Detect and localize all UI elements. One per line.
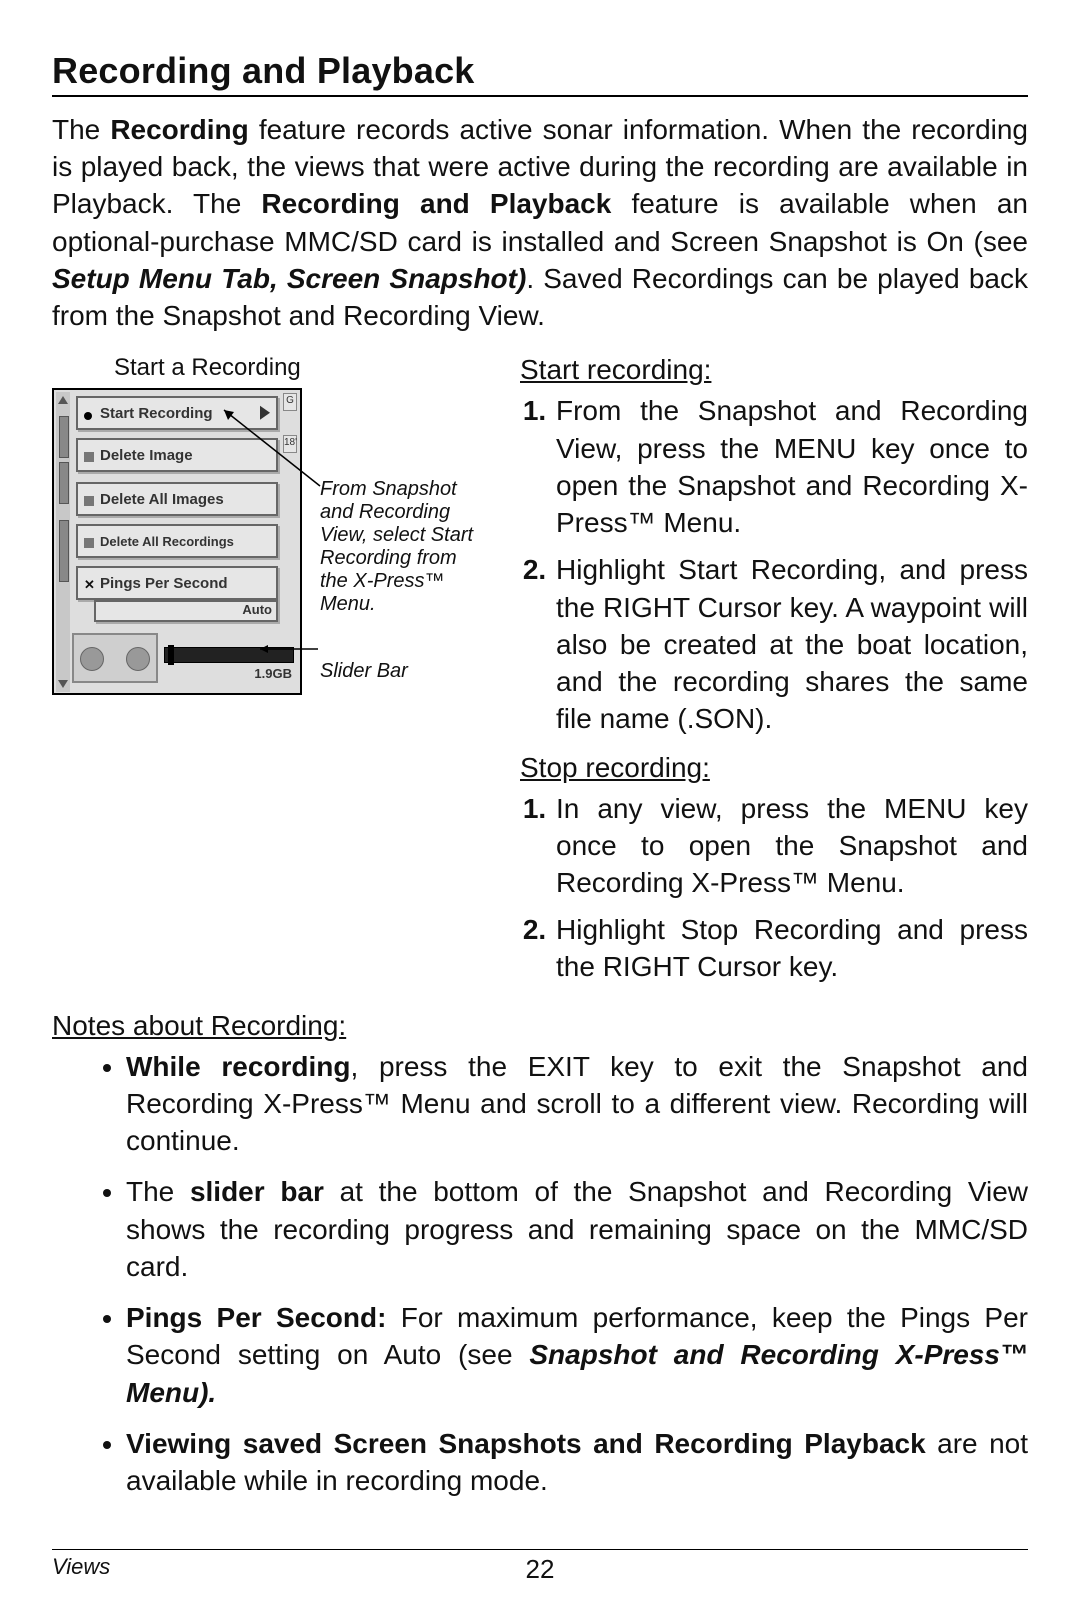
intro-bi1: Setup Menu Tab, Screen Snapshot) (52, 263, 526, 294)
annotation-slider-bar: Slider Bar (320, 660, 486, 683)
scrollbar (56, 392, 70, 692)
page-footer: Views 22 (52, 1549, 1028, 1580)
figure: G 18' Start Recording Delete Image Delet… (52, 388, 492, 695)
start-step-1: From the Snapshot and Recording View, pr… (554, 392, 1028, 541)
play-icon (260, 406, 270, 420)
menu-pings-label: Pings Per Second (100, 575, 228, 592)
page-number: 22 (52, 1554, 1028, 1585)
note-2-bold: slider bar (190, 1176, 324, 1207)
menu-delete-all-images-label: Delete All Images (100, 491, 224, 508)
note-2: The slider bar at the bottom of the Snap… (126, 1173, 1028, 1285)
menu-start-recording: Start Recording (76, 396, 278, 430)
note-4: Viewing saved Screen Snapshots and Recor… (126, 1425, 1028, 1499)
menu-delete-all-images: Delete All Images (76, 482, 278, 516)
note-1-bold: While recording (126, 1051, 350, 1082)
scroll-down-icon (58, 680, 68, 688)
scroll-up-icon (58, 396, 68, 404)
slider-bar (164, 647, 294, 663)
menu-delete-image-label: Delete Image (100, 447, 193, 464)
intro-b2: Recording and Playback (261, 188, 611, 219)
stop-recording-steps: In any view, press the MENU key once to … (520, 790, 1028, 986)
start-recording-steps: From the Snapshot and Recording View, pr… (520, 392, 1028, 737)
depth-g: G (283, 393, 297, 411)
pings-icon: ✕ (84, 577, 96, 589)
annotation-start-recording: From Snapshot and Recording View, select… (320, 478, 486, 616)
scroll-segment (59, 520, 69, 582)
screenshot: G 18' Start Recording Delete Image Delet… (52, 388, 302, 695)
scroll-segment (59, 462, 69, 504)
start-step-2: Highlight Start Recording, and press the… (554, 551, 1028, 737)
menu-start-recording-label: Start Recording (100, 405, 213, 422)
figure-caption: Start a Recording (114, 354, 492, 382)
note-1: While recording, press the EXIT key to e… (126, 1048, 1028, 1160)
stop-step-1: In any view, press the MENU key once to … (554, 790, 1028, 902)
start-recording-heading: Start recording: (520, 354, 1028, 386)
intro-t1: The (52, 114, 110, 145)
note-4-bold: Viewing saved Screen Snapshots and Recor… (126, 1428, 926, 1459)
note-2-a: The (126, 1176, 190, 1207)
menu-pings-per-second: ✕ Pings Per Second (76, 566, 278, 600)
stop-recording-heading: Stop recording: (520, 752, 1028, 784)
stop-step-2: Highlight Stop Recording and press the R… (554, 911, 1028, 985)
menu-auto-value: Auto (94, 600, 278, 622)
image-icon (84, 449, 96, 461)
intro-paragraph: The Recording feature records active son… (52, 111, 1028, 334)
depth-18: 18' (283, 435, 297, 453)
images-icon (84, 493, 96, 505)
figure-annotations: From Snapshot and Recording View, select… (302, 388, 486, 695)
reel-icon (72, 633, 158, 683)
notes-heading: Notes about Recording: (52, 1010, 1028, 1042)
depth-readouts: G 18' (283, 393, 297, 477)
menu-delete-all-recordings-label: Delete All Recordings (100, 534, 234, 549)
slider-knob (168, 645, 174, 665)
intro-b1: Recording (110, 114, 248, 145)
scroll-segment (59, 416, 69, 458)
reel-left-icon (80, 647, 104, 671)
section-title: Recording and Playback (52, 50, 1028, 97)
recordings-icon (84, 535, 96, 547)
record-icon (84, 407, 96, 419)
notes-list: While recording, press the EXIT key to e… (52, 1048, 1028, 1500)
menu-delete-image: Delete Image (76, 438, 278, 472)
note-3-bold: Pings Per Second: (126, 1302, 386, 1333)
reel-right-icon (126, 647, 150, 671)
menu-delete-all-recordings: Delete All Recordings (76, 524, 278, 558)
storage-remaining: 1.9GB (254, 666, 292, 681)
note-3: Pings Per Second: For maximum performanc… (126, 1299, 1028, 1411)
